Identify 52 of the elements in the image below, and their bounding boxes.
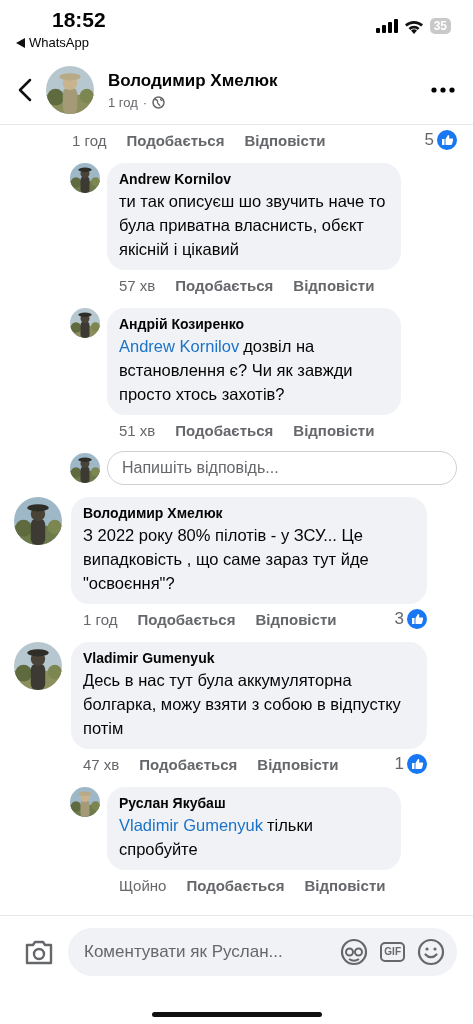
comment-author[interactable]: Руслан Якубаш [119, 795, 389, 811]
reply-field[interactable]: Напишіть відповідь... [107, 451, 457, 485]
comment-time: 57 хв [119, 276, 156, 294]
back-icon[interactable] [18, 78, 32, 102]
comment-time: 51 хв [119, 421, 156, 439]
gif-button[interactable]: GIF [380, 942, 405, 962]
back-to-app-link[interactable]: WhatsApp [29, 35, 89, 50]
like-icon [407, 609, 427, 629]
status-time: 18:52 [52, 8, 106, 32]
mention-link[interactable]: Andrew Kornilov [119, 337, 240, 355]
comment-text: Vladimir Gumenyuk тільки спробуйте [119, 815, 314, 860]
comment-text: Десь в нас тут була аккумуляторна болгарка, можу взяти з собою в відпустку потім [83, 670, 402, 739]
comment-time: Щойно [119, 876, 167, 894]
comment-field[interactable]: Коментувати як Руслан... GIF [68, 928, 457, 976]
like-link[interactable]: Подобається [137, 610, 236, 628]
comment-text: Andrew Kornilov дозвіл на встановлення є? Чи як завжди просто хтось захотів? [119, 336, 354, 405]
like-link[interactable]: Подобається [175, 276, 274, 294]
comment-author[interactable]: Андрій Козиренко [119, 316, 389, 332]
comment-text: З 2022 року 80% пілотів - у ЗСУ... Це випадковість , що саме зараз тут йде "освоєння"? [83, 525, 370, 594]
separator-dot: · [142, 94, 148, 110]
reply-link[interactable]: Відповісти [244, 131, 326, 149]
like-link[interactable]: Подобається [139, 755, 238, 773]
smiley-icon[interactable] [417, 938, 445, 966]
like-link[interactable]: Подобається [186, 876, 285, 894]
back-triangle-icon [16, 37, 25, 48]
signal-icon [375, 19, 398, 33]
comment-author[interactable]: Володимир Хмелюк [83, 505, 415, 521]
reply-link[interactable]: Відповісти [293, 276, 375, 294]
post-time: 1 год [108, 94, 138, 110]
like-icon [437, 130, 457, 150]
reply-link[interactable]: Відповісти [304, 876, 386, 894]
comment-text: ти так описуєш шо звучить наче то була приватна власнисть, обєкт якісній і цікавий [119, 191, 387, 260]
like-link[interactable]: Подобається [175, 421, 274, 439]
comment-time: 47 хв [83, 755, 120, 773]
comment-time: 1 год [83, 610, 118, 628]
reply-link[interactable]: Відповісти [257, 755, 339, 773]
reaction-count: 5 [424, 130, 434, 150]
comment-author[interactable]: Vladimir Gumenyuk [83, 650, 415, 666]
wifi-icon [403, 18, 424, 34]
like-icon [407, 754, 427, 774]
mention-link[interactable]: Vladimir Gumenyuk [119, 816, 263, 834]
reply-link[interactable]: Відповісти [255, 610, 337, 628]
reaction-count: 1 [394, 754, 404, 774]
comment-time: 1 год [72, 131, 107, 149]
like-link[interactable]: Подобається [126, 131, 225, 149]
camera-icon[interactable] [24, 939, 54, 965]
reply-link[interactable]: Відповісти [293, 421, 375, 439]
sticker-icon[interactable] [340, 938, 369, 966]
more-icon[interactable] [431, 87, 455, 93]
reaction-count: 3 [394, 609, 404, 629]
comment-author[interactable]: Andrew Kornilov [119, 171, 389, 187]
post-author[interactable]: Володимир Хмелюк [108, 70, 278, 91]
